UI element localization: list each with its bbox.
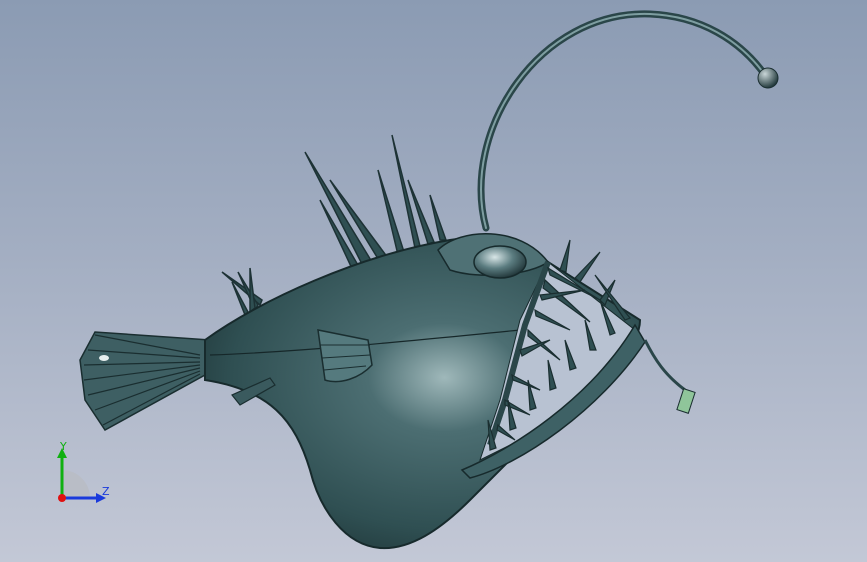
eye	[473, 245, 527, 279]
y-axis-label: Y	[60, 440, 67, 453]
tag	[676, 388, 696, 414]
tail-fin	[79, 331, 211, 431]
lure-rod	[477, 10, 769, 232]
anglerfish-model[interactable]	[0, 0, 867, 562]
cad-viewport[interactable]: Y Z	[0, 0, 867, 562]
chin-barbel	[643, 339, 686, 392]
lure-bulb	[757, 67, 779, 89]
x-axis-dot	[58, 494, 66, 502]
coordinate-triad: Y Z	[40, 430, 130, 520]
z-axis-label: Z	[102, 485, 110, 498]
